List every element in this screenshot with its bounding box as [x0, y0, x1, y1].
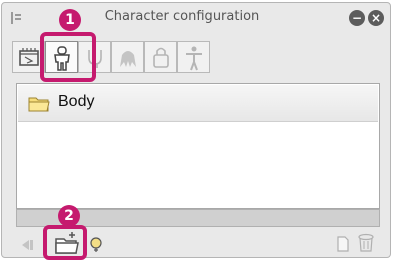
delete-trash-icon[interactable] [357, 233, 375, 253]
grip-icon[interactable] [11, 12, 21, 24]
tab-accessory[interactable] [144, 41, 177, 73]
move-left-icon[interactable] [20, 237, 36, 253]
bag-icon [153, 47, 169, 68]
film-frame-icon [19, 48, 39, 66]
standing-figure-icon [186, 46, 202, 71]
close-button[interactable]: × [368, 10, 384, 26]
list-item-body[interactable]: Body [18, 85, 378, 122]
tab-pose[interactable] [177, 41, 210, 73]
parts-list[interactable]: Body [16, 83, 380, 209]
window-title: Character configuration [104, 9, 260, 24]
new-item-icon[interactable] [336, 236, 350, 252]
hair-icon [120, 51, 136, 67]
callout-badge-2: 2 [58, 205, 80, 227]
highlight-frame-1 [40, 32, 96, 82]
callout-badge-1: 1 [59, 9, 81, 31]
list-item-label: Body [58, 93, 95, 110]
add-part-icon[interactable] [88, 235, 106, 253]
folder-icon [28, 97, 50, 112]
highlight-frame-2 [43, 225, 87, 260]
tab-hair[interactable] [111, 41, 144, 73]
minimize-button[interactable]: − [349, 10, 365, 26]
